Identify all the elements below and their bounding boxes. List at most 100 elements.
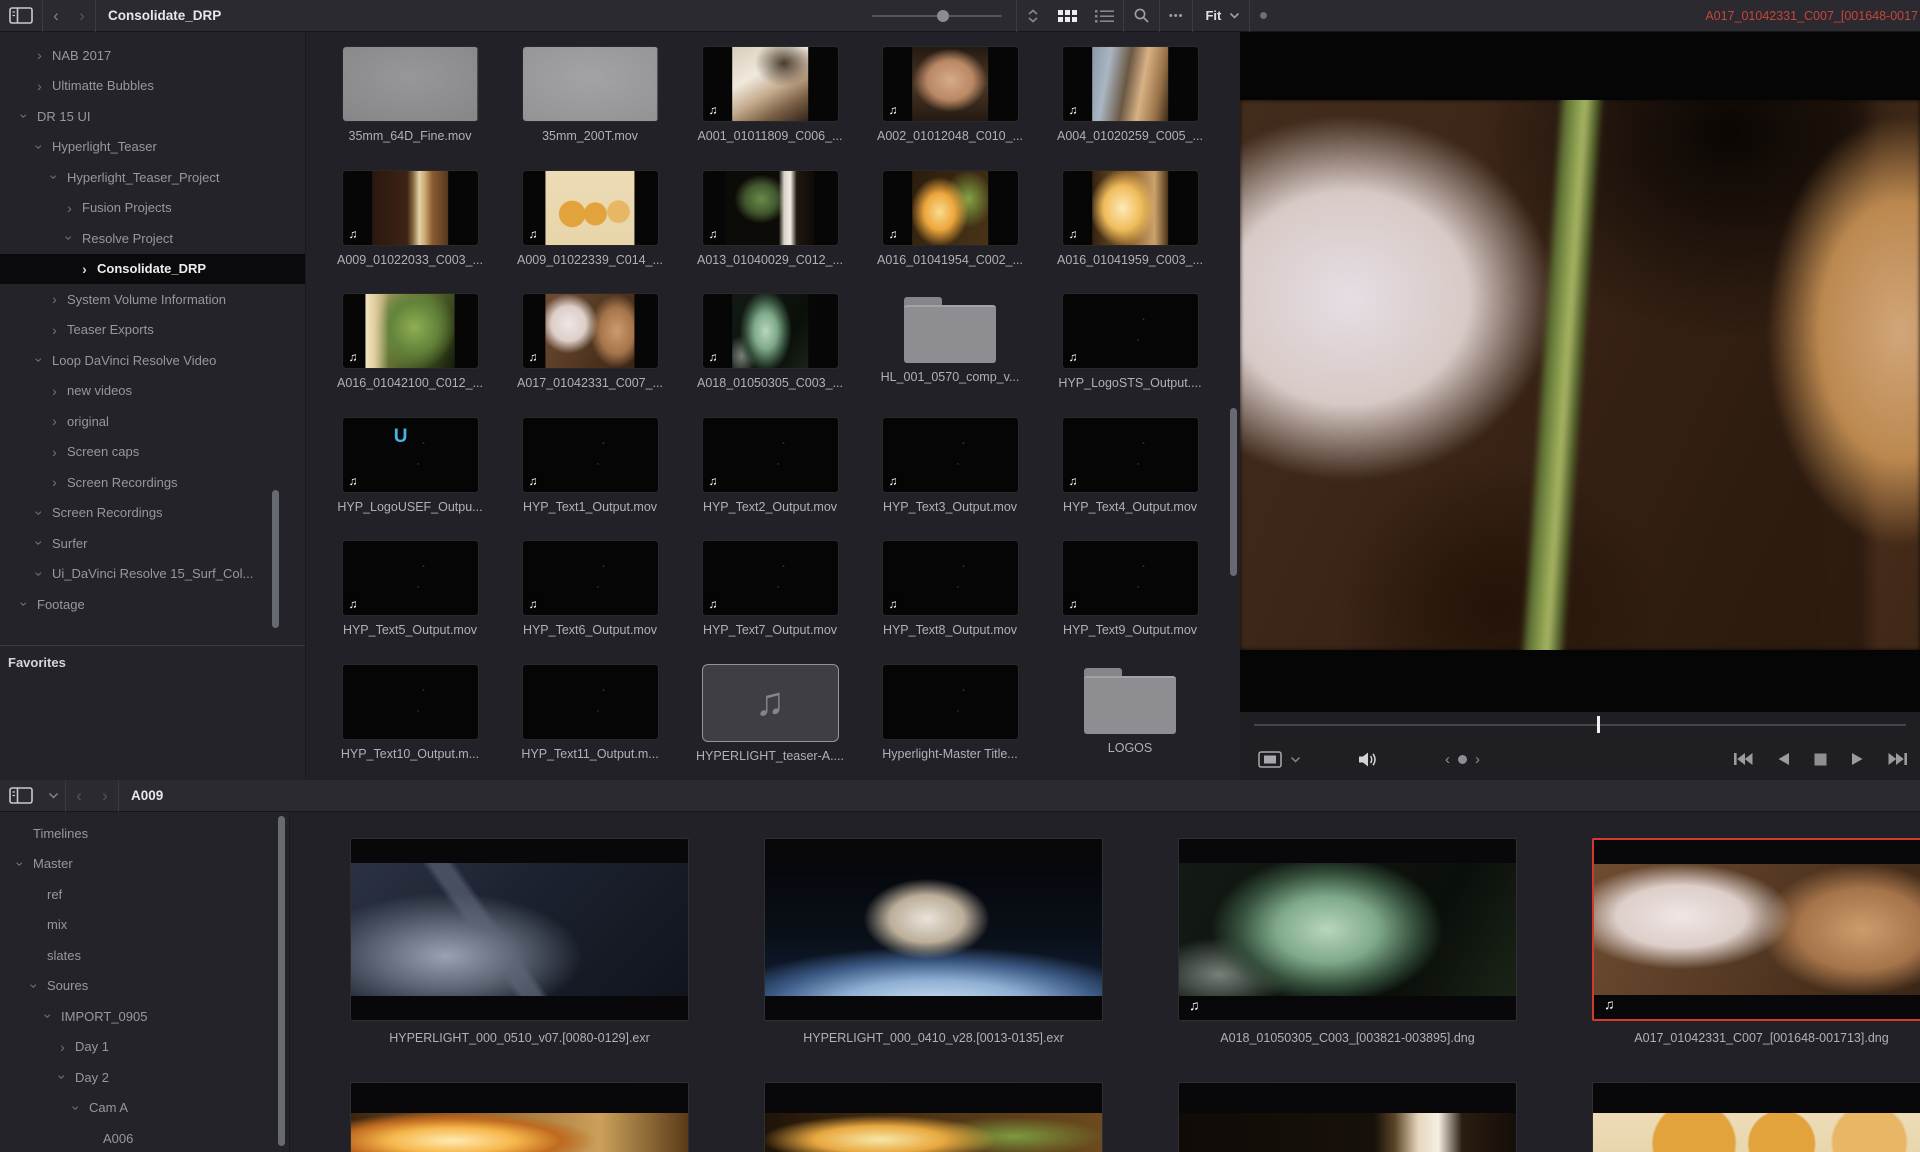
chevron-down-icon[interactable]: › — [69, 1099, 85, 1116]
tree-item-footage[interactable]: › Footage — [0, 589, 305, 620]
sort-order-button[interactable] — [1017, 0, 1049, 32]
thumbnail-view-button[interactable] — [1049, 0, 1086, 32]
media-clip[interactable]: ♫ HYP_LogoSTS_Output.... — [1040, 293, 1220, 417]
clip-thumbnail[interactable] — [341, 46, 479, 122]
tree-item-fusion-projects[interactable]: › Fusion Projects — [0, 193, 305, 224]
tree-item-a006[interactable]: A006 — [0, 1123, 289, 1152]
media-clip[interactable]: ♫ A016_01041954_C002_... — [860, 169, 1040, 294]
clip-thumbnail[interactable]: ♫ — [881, 540, 1019, 616]
media-clip-partial[interactable] — [1592, 1082, 1920, 1152]
tree-item-system-volume-information[interactable]: › System Volume Information — [0, 284, 305, 315]
clip-thumbnail[interactable] — [521, 663, 659, 740]
media-clip[interactable]: ♫ A004_01020259_C005_... — [1040, 46, 1220, 170]
chevron-down-icon[interactable]: › — [62, 230, 78, 247]
clip-thumbnail[interactable] — [350, 838, 689, 1021]
media-clip[interactable]: ♫ HYP_Text2_Output.mov — [680, 416, 860, 541]
media-clip-large[interactable]: HYPERLIGHT_000_0410_v28.[0013-0135].exr — [764, 838, 1103, 1045]
back-button[interactable]: ‹ — [66, 781, 92, 811]
media-folder[interactable]: LOGOS — [1040, 664, 1220, 781]
chevron-down-icon[interactable]: › — [17, 596, 33, 613]
media-clip[interactable]: U ♫ HYP_LogoUSEF_Outpu... — [320, 416, 500, 541]
clip-thumbnail[interactable]: ♫ — [701, 293, 839, 369]
tree-item-ui-davinci-resolve-15-surf-col[interactable]: › Ui_DaVinci Resolve 15_Surf_Col... — [0, 559, 305, 590]
panel-dropdown[interactable] — [42, 780, 65, 812]
tree-item-day-2[interactable]: › Day 2 — [0, 1062, 289, 1093]
clip-thumbnail[interactable]: ♫ — [881, 416, 1019, 493]
chevron-right-icon[interactable]: › — [76, 262, 93, 276]
media-audio-clip[interactable]: ♫ HYPERLIGHT_teaser-A.... — [680, 663, 860, 781]
media-clip[interactable]: ♫ A009_01022033_C003_... — [320, 169, 500, 294]
media-clip[interactable]: ♫ A018_01050305_C003_... — [680, 293, 860, 417]
clip-thumbnail[interactable]: ♫ — [341, 169, 479, 246]
forward-button[interactable]: › — [92, 781, 118, 811]
tree-item-cam-a[interactable]: › Cam A — [0, 1093, 289, 1124]
clip-options-button[interactable] — [1258, 750, 1282, 768]
media-clip-partial[interactable] — [764, 1082, 1103, 1152]
media-clip[interactable]: ♫ A009_01022339_C014_... — [500, 169, 680, 294]
media-clip[interactable]: ♫ HYP_Text9_Output.mov — [1040, 540, 1220, 664]
tree-item-import-0905[interactable]: › IMPORT_0905 — [0, 1001, 289, 1032]
chevron-right-icon[interactable]: › — [46, 445, 63, 459]
chevron-right-icon[interactable]: › — [31, 48, 48, 62]
slider-knob[interactable] — [937, 9, 950, 22]
chevron-down-icon[interactable]: › — [32, 138, 48, 155]
tree-item-hyperlight-teaser-project[interactable]: › Hyperlight_Teaser_Project — [0, 162, 305, 193]
clip-thumbnail[interactable]: ♫ — [881, 46, 1019, 122]
clip-thumbnail[interactable]: ♫ — [1178, 838, 1517, 1021]
chevron-down-icon[interactable]: › — [27, 977, 43, 994]
media-clip[interactable]: ♫ HYP_Text3_Output.mov — [860, 416, 1040, 541]
folder-icon[interactable] — [1084, 667, 1176, 734]
tree-item-slates[interactable]: slates — [0, 940, 289, 971]
media-clip[interactable]: ♫ A013_01040029_C012_... — [680, 169, 860, 294]
media-clip[interactable]: ♫ HYP_Text1_Output.mov — [500, 416, 680, 541]
clip-thumbnail[interactable] — [881, 663, 1019, 740]
media-clip[interactable]: ♫ HYP_Text7_Output.mov — [680, 540, 860, 664]
forward-button[interactable]: › — [69, 1, 95, 31]
tree-item-teaser-exports[interactable]: › Teaser Exports — [0, 315, 305, 346]
chevron-down-icon[interactable]: › — [17, 108, 33, 125]
chevron-down-icon[interactable]: › — [41, 1008, 57, 1025]
media-folder[interactable]: HL_001_0570_comp_v... — [860, 293, 1040, 417]
media-clip[interactable]: ♫ A002_01012048_C010_... — [860, 46, 1040, 170]
clip-thumbnail[interactable] — [341, 663, 479, 740]
skip-end-button[interactable] — [1888, 752, 1908, 766]
tree-item-mix[interactable]: mix — [0, 910, 289, 941]
tree-item-new-videos[interactable]: › new videos — [0, 376, 305, 407]
jog-left-icon[interactable]: ‹ — [1445, 751, 1450, 768]
play-reverse-button[interactable] — [1777, 752, 1790, 766]
chevron-down-icon[interactable]: › — [13, 855, 29, 872]
clip-thumbnail[interactable]: ♫ — [881, 169, 1019, 246]
media-clip[interactable]: 35mm_64D_Fine.mov — [320, 46, 500, 170]
clip-thumbnail[interactable]: ♫ — [521, 540, 659, 616]
jog-control[interactable]: ‹ › — [1445, 751, 1480, 768]
tree-item-screen-caps[interactable]: › Screen caps — [0, 437, 305, 468]
play-button[interactable] — [1851, 752, 1864, 766]
tree-item-master[interactable]: › Master — [0, 849, 289, 880]
chevron-right-icon[interactable]: › — [54, 1040, 71, 1054]
clip-thumbnail[interactable]: ♫ — [341, 540, 479, 616]
tree-item-ref[interactable]: ref — [0, 879, 289, 910]
media-clip[interactable]: ♫ A001_01011809_C006_... — [680, 46, 860, 170]
media-clip-large[interactable]: ♫ A018_01050305_C003_[003821-003895].dng — [1178, 838, 1517, 1045]
search-button[interactable] — [1124, 0, 1159, 32]
clip-thumbnail[interactable]: ♫ — [1061, 416, 1199, 493]
grid-scrollbar[interactable] — [1230, 408, 1237, 576]
thumbnail-zoom-slider[interactable] — [871, 9, 1002, 22]
zoom-fit-select[interactable]: Fit — [1193, 8, 1227, 23]
chevron-down-icon[interactable]: › — [32, 535, 48, 552]
viewer-video[interactable] — [1240, 32, 1920, 712]
chevron-right-icon[interactable]: › — [46, 414, 63, 428]
tree-item-timelines[interactable]: Timelines — [0, 818, 289, 849]
more-options-button[interactable]: ••• — [1160, 0, 1193, 32]
chevron-right-icon[interactable]: › — [46, 323, 63, 337]
bottom-sidebar-scrollbar[interactable] — [278, 816, 285, 1146]
clip-thumbnail[interactable]: ♫ — [701, 540, 839, 616]
clip-thumbnail[interactable]: ♫ — [1061, 46, 1199, 122]
media-clip-partial[interactable] — [350, 1082, 689, 1152]
clip-thumbnail[interactable]: U ♫ — [341, 416, 479, 493]
clip-thumbnail[interactable]: ♫ — [701, 46, 839, 122]
media-clip[interactable]: 35mm_200T.mov — [500, 46, 680, 170]
chevron-down-icon[interactable]: › — [32, 352, 48, 369]
clip-thumbnail[interactable]: ♫ — [1061, 293, 1199, 369]
tree-item-ultimatte-bubbles[interactable]: › Ultimatte Bubbles — [0, 71, 305, 102]
